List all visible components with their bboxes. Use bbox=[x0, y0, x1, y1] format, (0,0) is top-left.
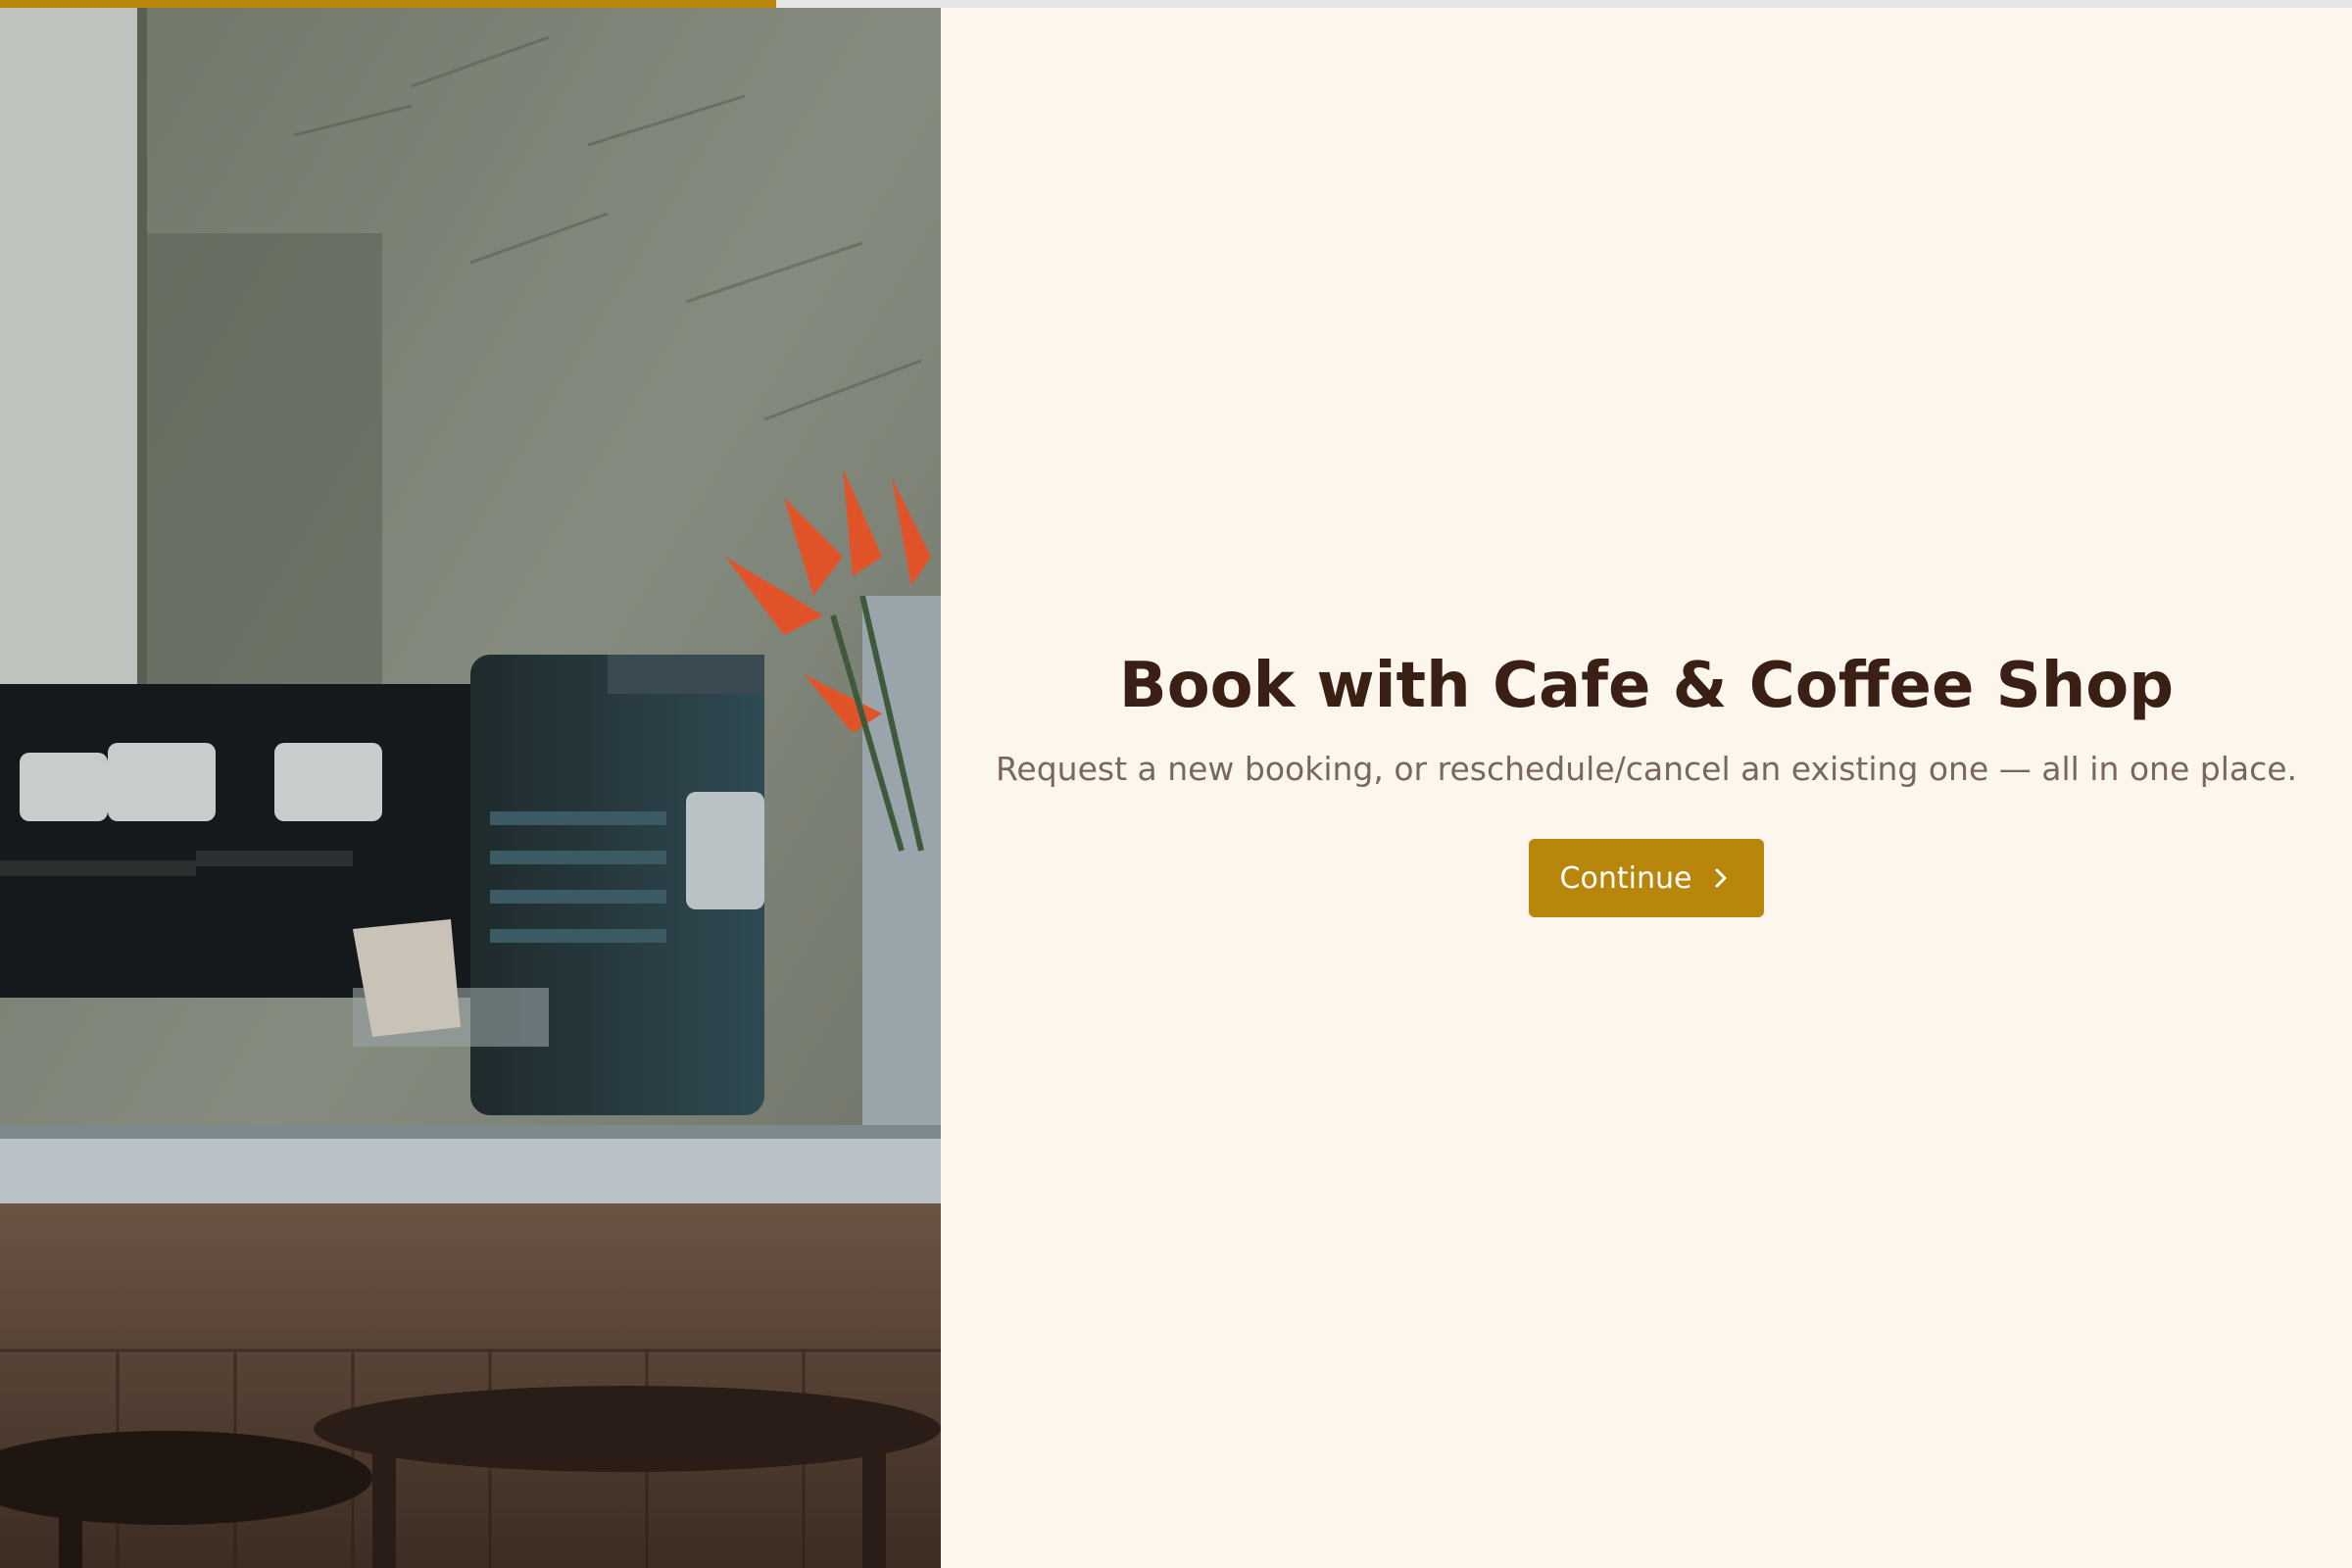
continue-button[interactable]: Continue bbox=[1528, 839, 1765, 917]
intro-content: Book with Cafe & Coffee Shop Request a n… bbox=[941, 650, 2352, 917]
page-title: Book with Cafe & Coffee Shop bbox=[1118, 650, 2175, 722]
continue-button-label: Continue bbox=[1559, 860, 1692, 896]
progress-bar bbox=[0, 0, 2352, 8]
progress-bar-fill bbox=[0, 0, 776, 8]
booking-intro-panel: Book with Cafe & Coffee Shop Request a n… bbox=[941, 8, 2352, 1568]
chevron-right-icon bbox=[1713, 866, 1729, 890]
hero-image bbox=[0, 8, 941, 1568]
page-subtitle: Request a new booking, or reschedule/can… bbox=[995, 750, 2298, 788]
